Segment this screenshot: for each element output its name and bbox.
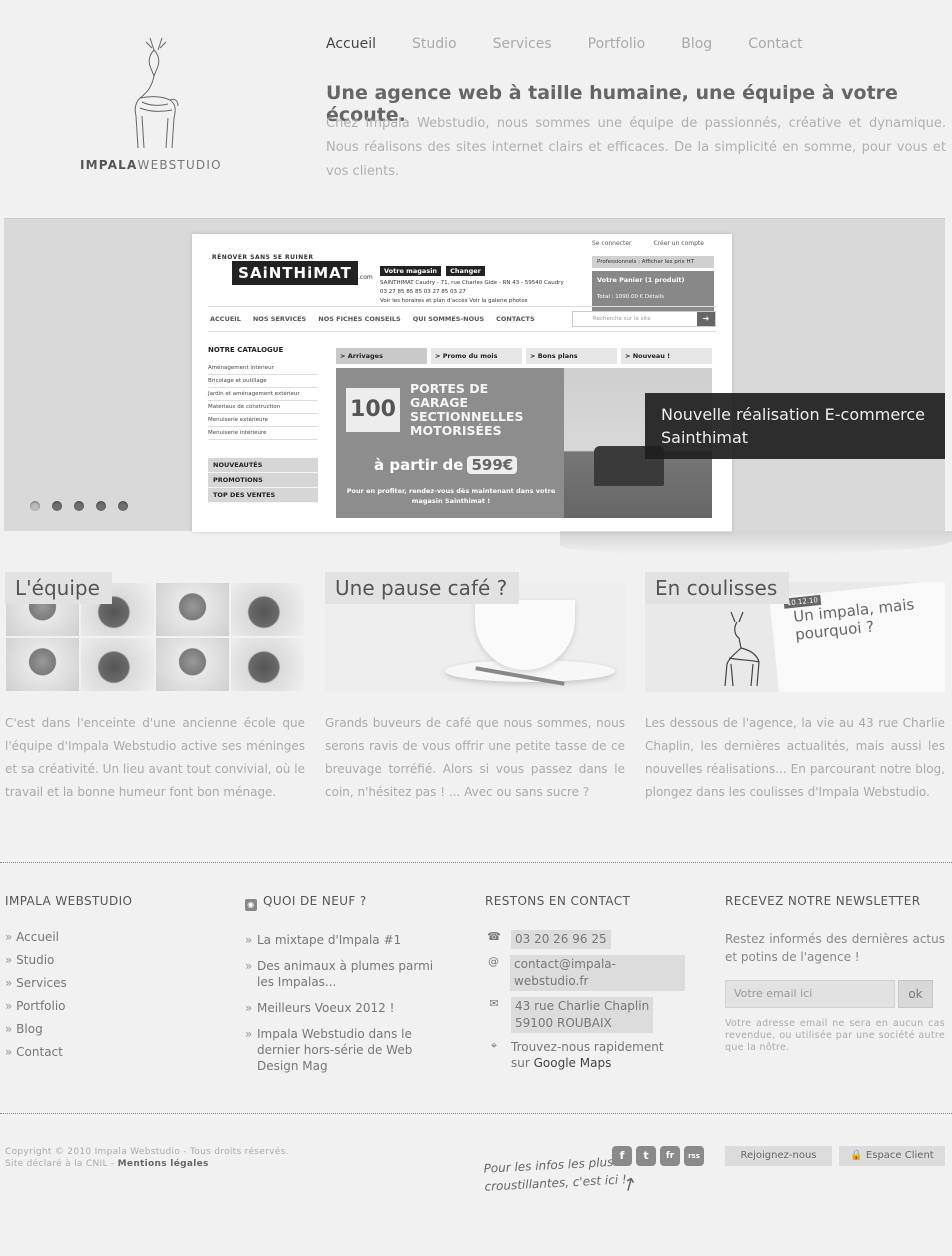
slide-screenshot[interactable]: Se connecter Créer un compte RÉNOVER SANS… (192, 234, 732, 532)
nav-portfolio[interactable]: Portfolio (588, 36, 646, 52)
nav-studio[interactable]: Studio (412, 36, 457, 52)
envelope-icon: ✉ (489, 997, 499, 1010)
logo[interactable]: IMPALAWEBSTUDIO (80, 36, 232, 176)
rss-feed-icon[interactable]: rss (684, 1146, 704, 1166)
impala-logo-icon (134, 37, 179, 149)
slider-shadow (560, 531, 952, 555)
slider-dot-1[interactable] (30, 501, 40, 511)
map-pin-icon: ⌖ (490, 1039, 498, 1052)
column-title[interactable]: En coulisses (645, 572, 790, 604)
client-area-button[interactable]: 🔒 Espace Client (839, 1146, 945, 1166)
newsletter-form: Votre email ici ok (725, 980, 945, 1008)
footer-title: RESTONS EN CONTACT (485, 894, 631, 908)
slider-dot-3[interactable] (74, 501, 84, 511)
footer-col-news: ◉QUOI DE NEUF ? La mixtape d'Impala #1 D… (245, 894, 435, 1084)
newsletter-ok-button[interactable]: ok (898, 980, 933, 1008)
social-tagline: Pour les infos les plus croustillantes, … (483, 1154, 628, 1194)
column-title[interactable]: L'équipe (5, 572, 112, 604)
shot-store: Votre magasin Changer SAINTHIMAT Caudry … (380, 266, 564, 304)
shot-cart: Professionnels : Afficher les prix HT Vo… (592, 256, 714, 311)
hero-slider[interactable]: Se connecter Créer un compte RÉNOVER SANS… (4, 218, 945, 532)
intro-text: Chez Impala Webstudio, nous sommes une é… (326, 116, 946, 179)
nav-services[interactable]: Services (493, 36, 552, 52)
newsletter-email-input[interactable]: Votre email ici (725, 980, 895, 1008)
footer-title: ◉ QUOI DE NEUF ? (245, 894, 435, 911)
column-text: Grands buveurs de café que nous sommes, … (325, 716, 625, 799)
nav-accueil[interactable]: Accueil (326, 36, 376, 52)
column-title[interactable]: Une pause café ? (325, 572, 520, 604)
social-icons: f t fr rss (612, 1146, 704, 1166)
slider-dot-5[interactable] (118, 501, 128, 511)
newsletter-note: Votre adresse email ne sera en aucun cas… (725, 1018, 945, 1053)
nav-contact[interactable]: Contact (748, 36, 802, 52)
google-maps-link[interactable]: Google Maps (534, 1056, 612, 1070)
contact-address: 43 rue Charlie Chaplin 59100 ROUBAIX (511, 997, 654, 1033)
footer-link-studio[interactable]: Studio (5, 953, 205, 976)
column-text: Les dessous de l'agence, la vie au 43 ru… (645, 716, 945, 799)
footer-link-portfolio[interactable]: Portfolio (5, 999, 205, 1022)
footer-title: IMPALA WEBSTUDIO (5, 894, 133, 908)
news-item[interactable]: Impala Webstudio dans le dernier hors-sé… (245, 1026, 435, 1074)
twitter-icon[interactable]: t (636, 1146, 656, 1166)
shot-brand-tag: RÉNOVER SANS SE RUINER (212, 254, 314, 261)
footer-link-accueil[interactable]: Accueil (5, 930, 205, 953)
footer-col-newsletter: RECEVEZ NOTRE NEWSLETTER Restez informés… (725, 894, 945, 1054)
shot-catalog: NOTRE CATALOGUE Aménagement intérieur Br… (208, 346, 318, 503)
slider-dot-4[interactable] (96, 501, 106, 511)
shot-top-links: Se connecter Créer un compte (592, 240, 704, 247)
viadeo-icon[interactable]: fr (660, 1146, 680, 1166)
main-nav: Accueil Studio Services Portfolio Blog C… (326, 36, 839, 52)
footer-title: RECEVEZ NOTRE NEWSLETTER (725, 894, 921, 908)
copyright: Copyright © 2010 Impala Webstudio - Tous… (5, 1147, 289, 1169)
contact-email[interactable]: contact@impala-webstudio.fr (510, 955, 685, 991)
news-item[interactable]: Meilleurs Voeux 2012 ! (245, 1000, 435, 1016)
contact-phone[interactable]: 03 20 26 96 25 (511, 930, 611, 949)
shot-brand-com: .com (358, 274, 373, 281)
slider-dot-2[interactable] (52, 501, 62, 511)
slide-caption[interactable]: Nouvelle réalisation E-commerce Sainthim… (645, 393, 945, 459)
shot-menu: ACCUEIL NOS SERVICES NOS FICHES CONSEILS… (208, 306, 716, 332)
at-icon: @ (488, 955, 500, 968)
logo-wordmark: IMPALAWEBSTUDIO (80, 158, 222, 172)
footer-col-impala: IMPALA WEBSTUDIO Accueil Studio Services… (5, 894, 205, 1068)
legal-link[interactable]: Mentions légales (118, 1159, 209, 1169)
join-us-button[interactable]: Rejoignez-nous (725, 1146, 832, 1166)
footer-link-blog[interactable]: Blog (5, 1022, 205, 1045)
footer-link-services[interactable]: Services (5, 976, 205, 999)
footer-col-contact: RESTONS EN CONTACT ☎ 03 20 26 96 25 @ cont… (485, 894, 685, 1077)
footer-divider-top (0, 862, 952, 863)
contact-maps: Trouvez-nous rapidement sur Google Maps (511, 1040, 664, 1070)
news-item[interactable]: La mixtape d'Impala #1 (245, 932, 435, 948)
rss-icon[interactable]: ◉ (245, 899, 257, 911)
shot-brand: SAiNTHiMAT (232, 261, 358, 285)
footer-link-contact[interactable]: Contact (5, 1045, 205, 1068)
lock-icon: 🔒 (850, 1150, 866, 1161)
footer-divider-bottom (0, 1113, 952, 1114)
newsletter-text: Restez informés des dernières actus et p… (725, 932, 945, 964)
slider-dots (30, 501, 128, 511)
shot-tabs: > Arrivages > Promo du mois > Bons plans… (336, 348, 712, 364)
news-item[interactable]: Des animaux à plumes parmi les Impalas..… (245, 958, 435, 990)
phone-icon: ☎ (487, 930, 501, 943)
nav-blog[interactable]: Blog (681, 36, 712, 52)
column-text: C'est dans l'enceinte d'une ancienne éco… (5, 716, 305, 799)
impala-sketch-icon (724, 611, 760, 687)
facebook-icon[interactable]: f (612, 1146, 632, 1166)
